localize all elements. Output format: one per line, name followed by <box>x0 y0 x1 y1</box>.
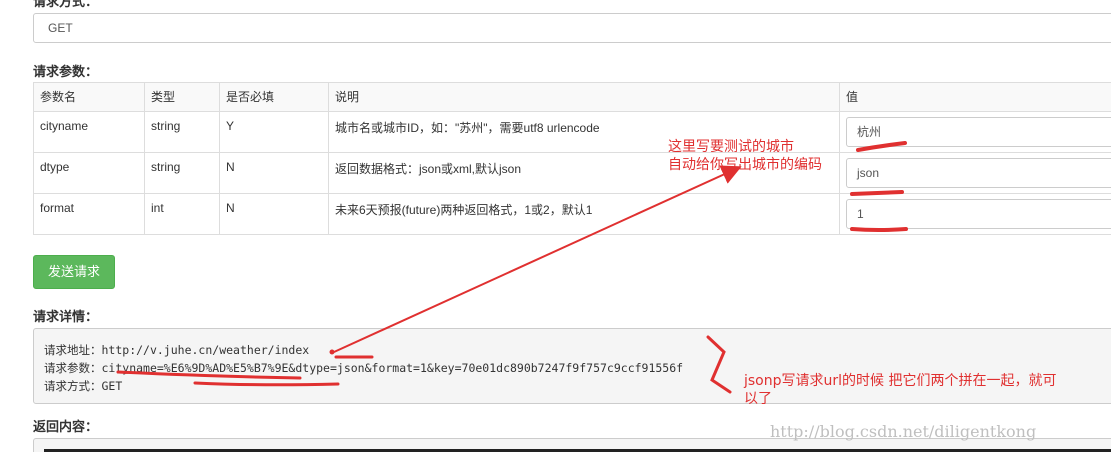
param-type: string <box>144 152 220 194</box>
method-field[interactable]: GET <box>33 13 1111 43</box>
col-header-value: 值 <box>839 82 1111 112</box>
params-table-header: 参数名 类型 是否必填 说明 值 <box>33 82 1111 112</box>
col-header-name: 参数名 <box>33 82 145 112</box>
detail-section-title: 请求详情： <box>33 309 99 324</box>
annotation-city-line1: 这里写要测试的城市 <box>668 139 794 155</box>
request-params-label: 请求参数： <box>44 361 102 375</box>
table-row: dtype string N 返回数据格式：json或xml,默认json js… <box>33 152 1111 194</box>
request-method-label: 请求方式： <box>44 379 102 393</box>
annotation-city-note: 这里写要测试的城市 自动给你写出城市的编码 <box>668 138 822 174</box>
table-row: format int N 未来6天预报(future)两种返回格式，1或2，默认… <box>33 193 1111 235</box>
table-row: cityname string Y 城市名或城市ID，如："苏州"，需要utf8… <box>33 111 1111 153</box>
param-required: Y <box>219 111 329 153</box>
col-header-type: 类型 <box>144 82 220 112</box>
params-section-title: 请求参数： <box>33 64 99 79</box>
col-header-required: 是否必填 <box>219 82 329 112</box>
param-name: cityname <box>33 111 145 153</box>
col-header-desc: 说明 <box>328 82 840 112</box>
param-required: N <box>219 152 329 194</box>
request-method-value: GET <box>101 379 123 393</box>
param-desc: 未来6天预报(future)两种返回格式，1或2，默认1 <box>328 193 840 235</box>
annotation-jsonp-line1: jsonp写请求url的时候 把它们两个拼在一起，就可 <box>744 373 1057 389</box>
cityname-input[interactable]: 杭州 <box>846 117 1111 147</box>
dtype-input[interactable]: json <box>846 158 1111 188</box>
request-url-value: http://v.juhe.cn/weather/index <box>101 343 310 357</box>
params-table: 参数名 类型 是否必填 说明 值 cityname string Y 城市名或城… <box>33 82 1111 235</box>
param-value-cell: 杭州 <box>839 111 1111 153</box>
annotation-jsonp-note: jsonp写请求url的时候 把它们两个拼在一起，就可 以了 <box>744 372 1104 408</box>
param-name: dtype <box>33 152 145 194</box>
request-url-row: 请求地址：http://v.juhe.cn/weather/index <box>44 341 1111 359</box>
param-required: N <box>219 193 329 235</box>
blog-watermark: http://blog.csdn.net/diligentkong <box>770 422 1037 441</box>
param-type: int <box>144 193 220 235</box>
param-value-cell: 1 <box>839 193 1111 235</box>
param-value-cell: json <box>839 152 1111 194</box>
request-params-value: cityname=%E6%9D%AD%E5%B7%9E&dtype=json&f… <box>101 361 684 375</box>
param-type: string <box>144 111 220 153</box>
request-url-label: 请求地址： <box>44 343 102 357</box>
annotation-city-line2: 自动给你写出城市的编码 <box>668 157 822 173</box>
return-section-title: 返回内容： <box>33 419 99 434</box>
param-name: format <box>33 193 145 235</box>
annotation-jsonp-line2: 以了 <box>744 391 772 407</box>
format-input[interactable]: 1 <box>846 199 1111 229</box>
method-section-title: 请求方式： <box>33 0 99 9</box>
send-request-button[interactable]: 发送请求 <box>33 255 115 289</box>
